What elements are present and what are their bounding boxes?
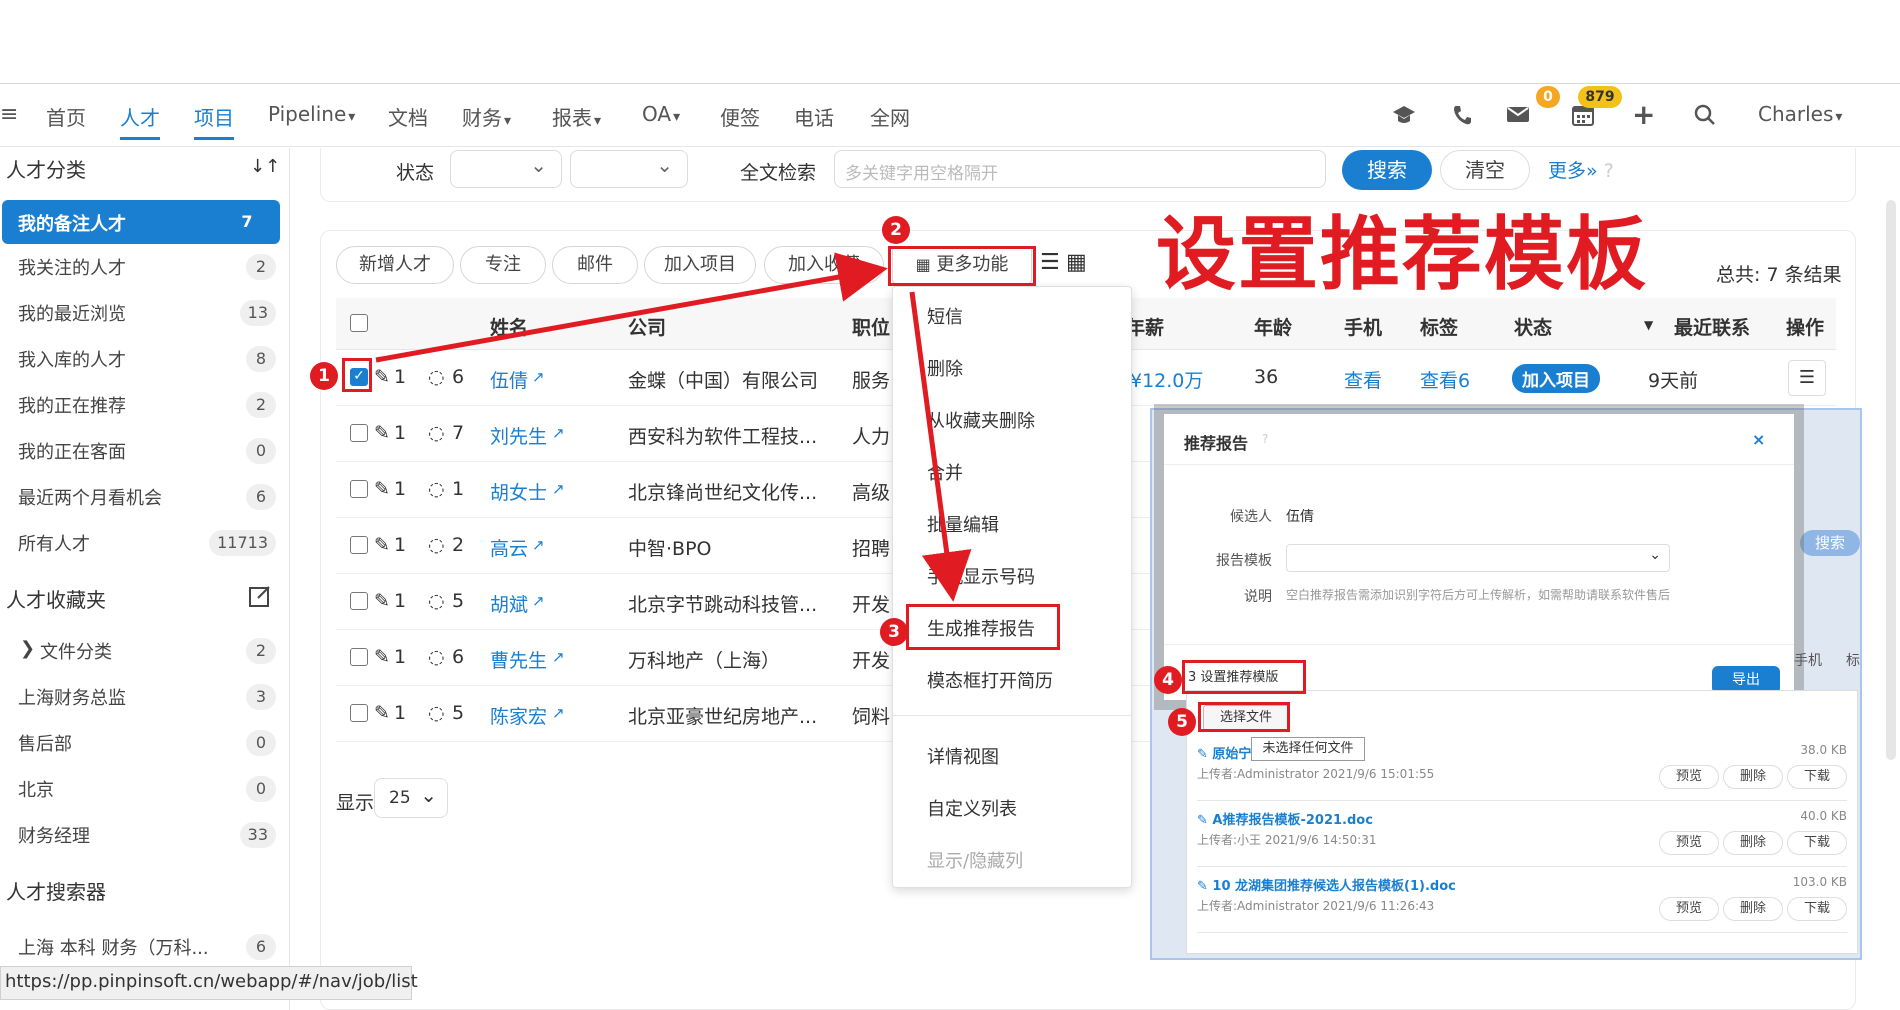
- annotation-step-2: 2: [882, 216, 910, 244]
- annotation-arrows: [375, 252, 972, 602]
- vertical-scrollbar[interactable]: [1886, 200, 1896, 760]
- status-bar-url: https://pp.pinpinsoft.cn/webapp/#/nav/jo…: [0, 966, 418, 1000]
- annotation-step-4: 4: [1154, 666, 1182, 694]
- arrow-step-1-to-2: [375, 252, 888, 363]
- arrow-step-2-to-3: [909, 291, 972, 602]
- annotation-step-5: 5: [1168, 708, 1196, 736]
- annotation-step-3: 3: [880, 618, 908, 646]
- annotation-step-1: 1: [310, 362, 338, 390]
